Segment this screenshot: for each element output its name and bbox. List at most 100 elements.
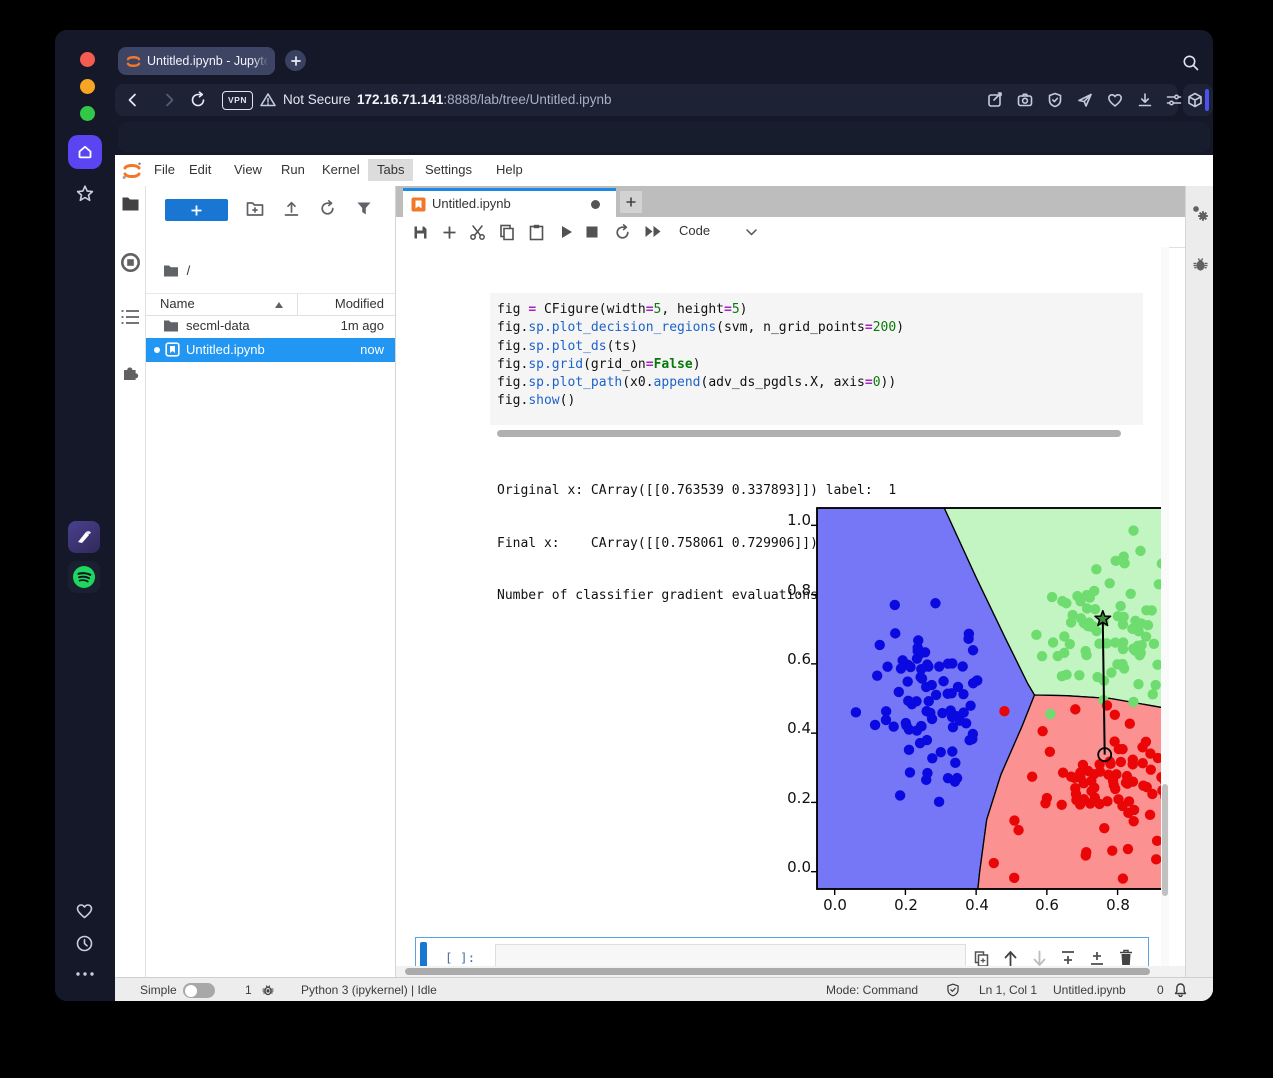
app-icon-tools[interactable]: [68, 521, 100, 553]
file-row-secml-data[interactable]: secml-data 1m ago: [146, 314, 395, 338]
new-launcher-button[interactable]: [165, 199, 228, 221]
traffic-light-close[interactable]: [80, 52, 95, 67]
copy-icon[interactable]: [499, 224, 515, 241]
add-tab-button[interactable]: [620, 191, 642, 213]
cut-icon[interactable]: [469, 224, 486, 241]
new-folder-icon[interactable]: [246, 201, 264, 217]
notebook-file-icon: [165, 342, 180, 357]
insert-cell-above-icon[interactable]: [1060, 950, 1076, 966]
tab-dirty-indicator[interactable]: [591, 200, 600, 209]
menu-file[interactable]: File: [145, 159, 184, 181]
hscrollbar-thumb[interactable]: [405, 968, 1150, 975]
upload-icon[interactable]: [283, 200, 300, 217]
jupyter-logo: [122, 162, 141, 179]
favorites-heart-icon[interactable]: [75, 902, 94, 920]
cell-type-select[interactable]: Code: [679, 223, 710, 238]
notebook-toolbar: Code Python 3 (ipykernel): [396, 217, 1185, 248]
paste-icon[interactable]: [529, 224, 544, 241]
menu-settings[interactable]: Settings: [416, 159, 481, 181]
cell-type-chevron-icon[interactable]: [746, 229, 757, 236]
right-sidebar: [1185, 186, 1213, 977]
statusbar-filename[interactable]: Untitled.ipynb: [1053, 978, 1126, 1001]
notebook-tab[interactable]: Untitled.ipynb: [403, 188, 616, 217]
move-cell-down-icon[interactable]: [1032, 950, 1047, 966]
notification-bell-icon[interactable]: [1173, 982, 1188, 998]
settings-sliders-icon[interactable]: [1165, 91, 1183, 109]
download-icon[interactable]: [1136, 91, 1154, 109]
breadcrumb[interactable]: /: [163, 262, 190, 280]
menu-help[interactable]: Help: [487, 159, 532, 181]
refresh-icon[interactable]: [319, 200, 336, 217]
delete-cell-icon[interactable]: [1119, 949, 1133, 966]
trust-shield-icon[interactable]: [946, 983, 960, 997]
star-icon[interactable]: [74, 183, 96, 205]
extension-bar[interactable]: [1183, 84, 1213, 116]
active-empty-cell[interactable]: [ ]:: [415, 937, 1149, 966]
share-send-icon[interactable]: [1076, 91, 1094, 109]
x-tick-label: 0.8: [1106, 896, 1130, 914]
compose-icon[interactable]: [986, 91, 1004, 109]
cell-collapser[interactable]: [420, 942, 427, 966]
reload-icon[interactable]: [189, 91, 207, 109]
mode-indicator[interactable]: Mode: Command: [826, 978, 918, 1001]
run-icon[interactable]: [560, 225, 573, 239]
shield-icon[interactable]: [1046, 91, 1064, 109]
browser-tab[interactable]: Untitled.ipynb - JupyterL: [118, 47, 275, 75]
file-row-untitled-ipynb[interactable]: Untitled.ipynb now: [146, 338, 395, 362]
stop-icon[interactable]: [586, 226, 598, 238]
notification-count[interactable]: 0: [1157, 978, 1164, 1001]
filter-icon[interactable]: [356, 201, 372, 216]
y-tick-label: 0.4: [787, 719, 811, 737]
file-list-header[interactable]: Name Modified: [146, 293, 395, 316]
save-icon[interactable]: [413, 225, 428, 240]
cell-input[interactable]: [495, 944, 966, 966]
menu-kernel[interactable]: Kernel: [313, 159, 369, 181]
extension-cube-icon[interactable]: [1186, 91, 1204, 109]
files-tab-icon[interactable]: [121, 196, 140, 212]
duplicate-cell-icon[interactable]: [974, 951, 989, 966]
new-tab-button[interactable]: [285, 50, 306, 71]
search-icon[interactable]: [1181, 53, 1201, 73]
heart-icon[interactable]: [1106, 91, 1124, 109]
y-tick-label: 0.2: [787, 789, 811, 807]
code-lines[interactable]: fig = CFigure(width=5, height=5) fig.sp.p…: [497, 301, 904, 411]
running-tab-icon[interactable]: [120, 252, 141, 273]
insert-cell-below-icon[interactable]: [1089, 950, 1105, 966]
restart-run-all-icon[interactable]: [644, 225, 662, 238]
traffic-light-minimize[interactable]: [80, 79, 95, 94]
statusbar-bug-icon[interactable]: [261, 983, 275, 997]
notebook-vscrollbar[interactable]: [1161, 247, 1169, 966]
kernel-status-label[interactable]: Python 3 (ipykernel) | Idle: [301, 978, 437, 1001]
code-cell[interactable]: fig = CFigure(width=5, height=5) fig.sp.p…: [490, 293, 1143, 425]
insert-cell-icon[interactable]: [442, 225, 457, 240]
url-bar[interactable]: VPN Not Secure 172.16.71.141:8888/lab/tr…: [115, 84, 1210, 116]
spotify-app-icon[interactable]: [68, 561, 100, 593]
simple-mode-toggle[interactable]: [183, 983, 215, 998]
cursor-position[interactable]: Ln 1, Col 1: [979, 978, 1037, 1001]
notebook-tab-title: Untitled.ipynb: [432, 196, 511, 211]
vscrollbar-thumb[interactable]: [1162, 784, 1168, 896]
menu-run[interactable]: Run: [272, 159, 314, 181]
traffic-light-zoom[interactable]: [80, 106, 95, 121]
move-cell-up-icon[interactable]: [1003, 950, 1018, 966]
restart-kernel-icon[interactable]: [614, 224, 631, 241]
breadcrumb-root[interactable]: /: [187, 263, 191, 278]
property-inspector-icon[interactable]: [1191, 204, 1210, 223]
toc-tab-icon[interactable]: [120, 308, 141, 326]
menu-edit[interactable]: Edit: [180, 159, 220, 181]
menu-tabs[interactable]: Tabs: [368, 159, 414, 181]
notebook-hscrollbar[interactable]: [396, 966, 1185, 977]
screenshot-camera-icon[interactable]: [1016, 91, 1034, 109]
code-cell-hscrollbar[interactable]: [497, 430, 1121, 437]
menu-view[interactable]: View: [225, 159, 271, 181]
extensions-tab-icon[interactable]: [120, 361, 141, 382]
history-clock-icon[interactable]: [75, 934, 94, 953]
back-icon[interactable]: [124, 91, 142, 109]
debugger-sidebar-icon[interactable]: [1192, 256, 1209, 273]
activity-bar: [115, 186, 146, 977]
home-button[interactable]: [68, 135, 102, 169]
extension-active-indicator: [1205, 89, 1209, 111]
forward-icon[interactable]: [160, 91, 178, 109]
vpn-badge[interactable]: VPN: [222, 91, 253, 110]
more-options-icon[interactable]: [74, 970, 96, 978]
